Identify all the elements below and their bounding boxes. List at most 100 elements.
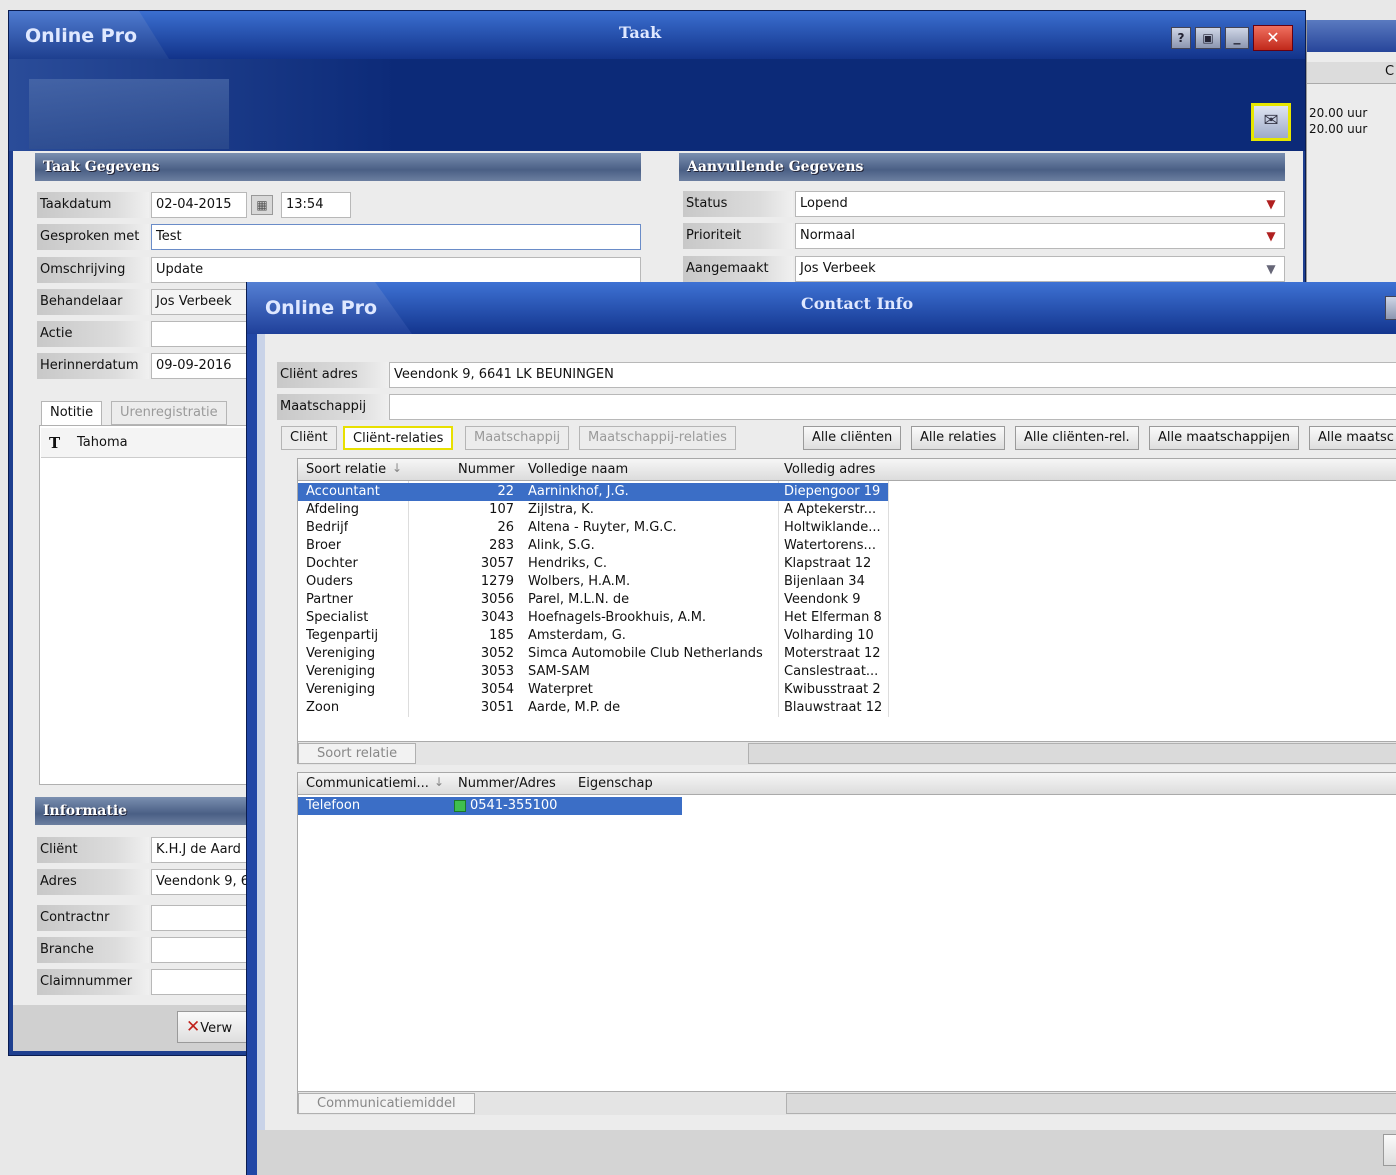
omschrijving-input[interactable]: Update (151, 257, 641, 283)
group-soort-relatie[interactable]: Soort relatie (298, 743, 417, 764)
font-name[interactable]: Tahoma (77, 435, 128, 450)
help-button[interactable]: ? (1171, 27, 1191, 49)
cell-volledige-naam: Alink, S.G. (528, 538, 595, 553)
cell-volledig-adres: Het Elferman 8 (784, 610, 882, 625)
table-row[interactable]: Vereniging 3053 SAM-SAM Canslestraat... (298, 663, 1394, 681)
aangemaakt-label: Aangemaakt (683, 256, 793, 282)
relations-header: Soort relatie ↓ Nummer Volledige naam Vo… (298, 459, 1396, 481)
behandelaar-input[interactable]: Jos Verbeek (151, 289, 251, 315)
cell-nummer: 107 (489, 502, 514, 517)
client-input[interactable]: K.H.J de Aard (151, 837, 251, 863)
gesproken-met-input[interactable]: Test (151, 224, 641, 250)
banner (9, 59, 1305, 151)
cell-volledig-adres: Veendonk 9 (784, 592, 861, 607)
cell-volledige-naam: SAM-SAM (528, 664, 590, 679)
contractnr-input[interactable] (151, 905, 251, 931)
herinnerdatum-input[interactable]: 09-09-2016 (151, 353, 251, 379)
cell-soort-relatie: Ouders (306, 574, 353, 589)
status-select[interactable]: Lopend ▼ (795, 191, 1285, 217)
actie-input[interactable] (151, 321, 251, 347)
group-communicatiemiddel[interactable]: Communicatiemiddel (298, 1093, 475, 1114)
aangemaakt-value: Jos Verbeek (800, 261, 876, 276)
cell-nummer: 283 (489, 538, 514, 553)
omschrijving-label: Omschrijving (37, 257, 149, 283)
tab-client[interactable]: Cliënt (281, 426, 337, 450)
tab-notitie[interactable]: Notitie (41, 401, 103, 425)
claimnummer-input[interactable] (151, 969, 251, 995)
font-toolbar: T Tahoma (41, 428, 251, 458)
adres-input[interactable]: Veendonk 9, 6 (151, 869, 251, 895)
bg-col-letter: C (1385, 64, 1395, 79)
cell-volledig-adres: Kwibusstraat 2 (784, 682, 881, 697)
alle-clienten-button[interactable]: Alle cliënten (803, 426, 902, 450)
contractnr-label: Contractnr (37, 905, 149, 931)
comm-scrollbar[interactable] (786, 1093, 1396, 1114)
comm-row[interactable]: Telefoon 0541-355100 (298, 797, 682, 815)
table-row[interactable]: Partner 3056 Parel, M.L.N. de Veendonk 9 (298, 591, 1394, 609)
header-nummer-adres[interactable]: Nummer/Adres (458, 774, 556, 794)
restore-button[interactable]: ▣ (1195, 27, 1221, 49)
table-row[interactable]: Broer 283 Alink, S.G. Watertorens... (298, 537, 1394, 555)
alle-maatsc-button[interactable]: Alle maatsc (1309, 426, 1396, 450)
status-label: Status (683, 191, 793, 217)
table-row[interactable]: Accountant 22 Aarninkhof, J.G. Diepengoor 1… (298, 483, 888, 501)
contact-ok-button[interactable] (1383, 1134, 1396, 1166)
cell-volledig-adres: Blauwstraat 12 (784, 700, 883, 715)
header-volledige-naam[interactable]: Volledige naam (528, 460, 628, 480)
table-row[interactable]: Afdeling 107 Zijlstra, K. A Aptekerstr... (298, 501, 1394, 519)
print-button[interactable]: ✉ (1251, 103, 1291, 141)
table-row[interactable]: Vereniging 3054 Waterpret Kwibusstraat 2 (298, 681, 1394, 699)
contact-help-button[interactable] (1385, 296, 1396, 320)
cancel-button[interactable]: ✕Verw (177, 1011, 257, 1043)
maatschappij-label: Maatschappij (277, 394, 389, 420)
alle-relaties-button[interactable]: Alle relaties (911, 426, 1006, 450)
comm-grid[interactable]: Communicatiemi... ↓ Nummer/Adres Eigensc… (297, 772, 1396, 1115)
cell-nummer: 3052 (480, 646, 514, 661)
behandelaar-label: Behandelaar (37, 289, 149, 315)
close-button[interactable]: ✕ (1253, 25, 1293, 51)
cell-soort-relatie: Vereniging (306, 664, 376, 679)
chevron-down-icon: ▼ (1266, 197, 1276, 211)
notitie-editor[interactable] (39, 425, 251, 785)
header-soort-relatie[interactable]: Soort relatie (306, 460, 386, 480)
branche-input[interactable] (151, 937, 251, 963)
table-row[interactable]: Tegenpartij 185 Amsterdam, G. Volharding 10 (298, 627, 1394, 645)
header-nummer[interactable]: Nummer (458, 460, 515, 480)
relations-grid[interactable]: Soort relatie ↓ Nummer Volledige naam Vo… (297, 458, 1396, 765)
cell-volledige-naam: Aarninkhof, J.G. (528, 484, 629, 499)
cell-volledig-adres: A Aptekerstr... (784, 502, 877, 517)
table-row[interactable]: Dochter 3057 Hendriks, C. Klapstraat 12 (298, 555, 1394, 573)
tab-maatschappij[interactable]: Maatschappij (465, 426, 570, 450)
table-row[interactable]: Bedrijf 26 Altena - Ruyter, M.G.C. Holtwikl… (298, 519, 1394, 537)
taakdatum-input[interactable]: 02-04-2015 (151, 192, 247, 218)
tab-urenregistratie[interactable]: Urenregistratie (111, 401, 227, 425)
client-adres-input[interactable]: Veendonk 9, 6641 LK BEUNINGEN (389, 362, 1396, 388)
tab-client-relaties[interactable]: Cliënt-relaties (343, 426, 454, 450)
cell-soort-relatie: Broer (306, 538, 342, 553)
header-eigenschap[interactable]: Eigenschap (578, 774, 653, 794)
cell-soort-relatie: Dochter (306, 556, 358, 571)
prioriteit-select[interactable]: Normaal ▼ (795, 223, 1285, 249)
font-icon[interactable]: T (49, 434, 60, 452)
taaktijd-input[interactable]: 13:54 (281, 192, 351, 218)
cell-soort-relatie: Vereniging (306, 646, 376, 661)
cell-soort-relatie: Accountant (306, 484, 380, 499)
alle-maatschappijen-button[interactable]: Alle maatschappijen (1149, 426, 1300, 450)
table-row[interactable]: Ouders 1279 Wolbers, H.A.M. Bijenlaan 34 (298, 573, 1394, 591)
header-communicatiemiddel[interactable]: Communicatiemi... (306, 774, 429, 794)
alle-clienten-rel-button[interactable]: Alle cliënten-rel. (1015, 426, 1139, 450)
comm-footer: Communicatiemiddel (298, 1091, 1396, 1115)
cell-volledige-naam: Simca Automobile Club Netherlands (528, 646, 763, 661)
header-volledig-adres[interactable]: Volledig adres (784, 460, 875, 480)
aangemaakt-select[interactable]: Jos Verbeek ▼ (795, 256, 1285, 282)
relations-scrollbar[interactable] (748, 743, 1396, 764)
table-row[interactable]: Specialist 3043 Hoefnagels-Brookhuis, A.M.… (298, 609, 1394, 627)
minimize-button[interactable]: _ (1225, 27, 1249, 49)
tab-maatschappij-relaties[interactable]: Maatschappij-relaties (579, 426, 736, 450)
table-row[interactable]: Zoon 3051 Aarde, M.P. de Blauwstraat 12 (298, 699, 1394, 717)
maatschappij-input[interactable] (389, 394, 1396, 420)
calendar-icon[interactable]: ▦ (251, 195, 273, 215)
herinnerdatum-label: Herinnerdatum (37, 353, 149, 379)
chevron-down-icon: ▼ (1266, 262, 1276, 276)
table-row[interactable]: Vereniging 3052 Simca Automobile Club Neth… (298, 645, 1394, 663)
